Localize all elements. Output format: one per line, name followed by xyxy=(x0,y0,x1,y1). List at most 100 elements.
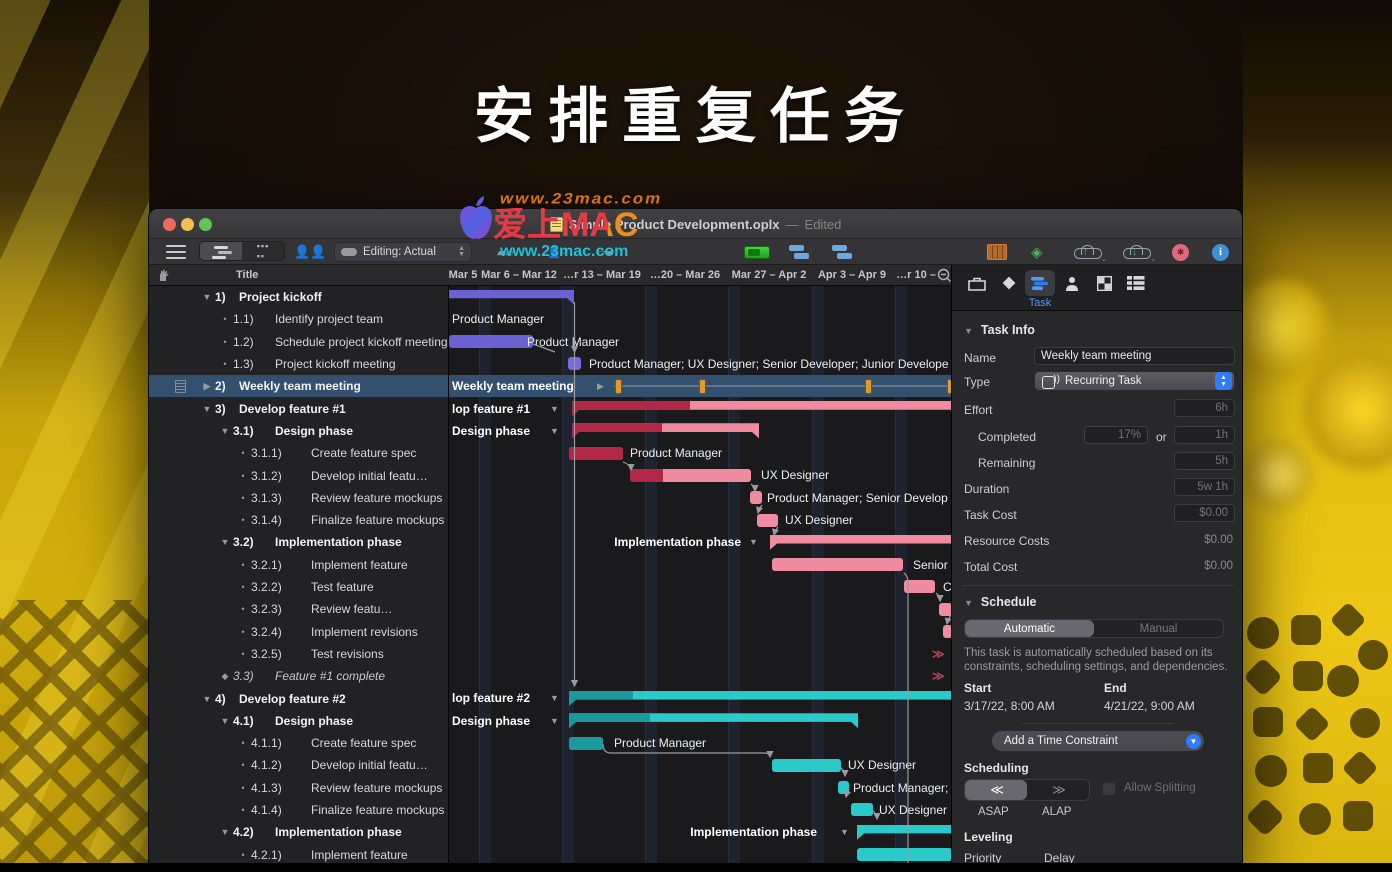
gantt-date-header[interactable]: …20 – Mar 26 xyxy=(650,269,720,281)
outline-row-3.1.1[interactable]: •3.1.1)Create feature spec xyxy=(149,442,448,464)
disclosure-triangle-icon[interactable]: ▶ xyxy=(201,381,213,392)
gantt-row[interactable]: C xyxy=(449,576,951,598)
effort-field[interactable]: 6h xyxy=(1174,399,1235,417)
gantt-zoom-icon[interactable] xyxy=(937,268,952,283)
gantt-row[interactable]: Senior xyxy=(449,554,951,576)
tab-styles[interactable] xyxy=(1089,270,1119,296)
recurring-occurrence-marker[interactable] xyxy=(699,379,706,394)
update-icon[interactable]: ↓⌄ xyxy=(1123,242,1149,262)
gantt-date-header[interactable]: …r 13 – Mar 19 xyxy=(563,269,641,281)
outline-row-1.3[interactable]: •1.3)Project kickoff meeting xyxy=(149,353,448,375)
recurring-occurrence-marker[interactable] xyxy=(865,379,872,394)
task-cost-field[interactable]: $0.00 xyxy=(1174,504,1235,522)
manual-segment[interactable]: Manual xyxy=(1094,620,1223,637)
gantt-bar[interactable] xyxy=(630,469,751,482)
disclosure-triangle-icon[interactable]: ▼ xyxy=(964,326,973,336)
gantt-row[interactable]: lop feature #1▼ xyxy=(449,398,951,420)
gantt-bar[interactable] xyxy=(770,535,951,550)
gantt-row[interactable]: Implementation phase▼ xyxy=(449,531,951,553)
outline-row-4.1[interactable]: ▼4.1)Design phase xyxy=(149,710,448,732)
gantt-view-button[interactable] xyxy=(200,241,242,261)
gantt-row[interactable]: lop feature #2▼ xyxy=(449,687,951,709)
outline-row-3.2.4[interactable]: •3.2.4)Implement revisions xyxy=(149,621,448,643)
disclosure-triangle-icon[interactable]: ▼ xyxy=(219,426,231,436)
gantt-bar[interactable] xyxy=(939,603,951,616)
gantt-row[interactable]: UX Designer xyxy=(449,509,951,531)
gantt-bar[interactable] xyxy=(943,625,951,638)
gantt-bar[interactable] xyxy=(569,737,603,750)
asap-segment[interactable]: ≪ xyxy=(965,780,1027,800)
completed-percent-field[interactable]: 17% xyxy=(1084,426,1148,444)
publish-icon[interactable]: ↑⌄ xyxy=(1074,242,1100,262)
tab-milestone[interactable] xyxy=(994,270,1024,296)
gantt-row[interactable] xyxy=(449,598,951,620)
duration-field[interactable]: 5w 1h xyxy=(1174,478,1235,496)
outline-row-4.1.4[interactable]: •4.1.4)Finalize feature mockups xyxy=(149,799,448,821)
gantt-bar[interactable] xyxy=(569,691,951,706)
outline-row-1.2[interactable]: •1.2)Schedule project kickoff meeting xyxy=(149,331,448,353)
outline-row-1.1[interactable]: •1.1)Identify project team xyxy=(149,308,448,330)
gantt-bar[interactable] xyxy=(857,825,951,840)
outline-row-2[interactable]: ▶2)Weekly team meeting xyxy=(149,375,448,397)
gantt-disclosure-triangle-icon[interactable]: ▼ xyxy=(840,827,849,837)
outline-row-3.2.3[interactable]: •3.2.3)Review featu… xyxy=(149,598,448,620)
gantt-disclosure-triangle-icon[interactable]: ▼ xyxy=(550,404,559,414)
stop-hand-icon[interactable]: ✱ xyxy=(1172,242,1189,262)
gantt-date-header[interactable]: …r 10 – xyxy=(896,269,936,281)
name-field[interactable]: Weekly team meeting xyxy=(1034,347,1235,365)
outline-row-4.1.2[interactable]: •4.1.2)Develop initial featu… xyxy=(149,754,448,776)
gantt-bar[interactable] xyxy=(449,335,533,348)
outline-row-3.1.2[interactable]: •3.1.2)Develop initial featu… xyxy=(149,464,448,486)
gantt-row[interactable] xyxy=(449,286,951,308)
info-inspector-icon[interactable]: i xyxy=(1212,242,1229,262)
disclosure-triangle-icon[interactable]: ▼ xyxy=(219,827,231,837)
outline-row-3.1[interactable]: ▼3.1)Design phase xyxy=(149,420,448,442)
gantt-row[interactable] xyxy=(449,621,951,643)
gantt-disclosure-triangle-icon[interactable]: ▼ xyxy=(550,716,559,726)
gantt-row[interactable]: ≫ xyxy=(449,643,951,665)
disclosure-triangle-icon[interactable]: ▼ xyxy=(219,537,231,547)
disclosure-triangle-icon[interactable]: ▼ xyxy=(201,694,213,704)
tab-resource[interactable] xyxy=(1057,270,1087,296)
gantt-bar[interactable] xyxy=(851,803,873,816)
gantt-bar[interactable] xyxy=(449,290,574,305)
outline-row-4.1.3[interactable]: •4.1.3)Review feature mockups xyxy=(149,777,448,799)
editing-mode-dropdown[interactable]: Editing: Actual ▲▼ xyxy=(334,242,472,262)
gantt-row[interactable]: Product Manager; xyxy=(449,777,951,799)
show-table-icon[interactable] xyxy=(987,242,1007,262)
gantt-bar[interactable] xyxy=(757,514,778,527)
tab-task[interactable] xyxy=(1025,270,1055,296)
gantt-bar[interactable] xyxy=(772,759,841,772)
outline-row-3.1.4[interactable]: •3.1.4)Finalize feature mockups xyxy=(149,509,448,531)
gantt-disclosure-triangle-icon[interactable]: ▶ xyxy=(597,381,604,392)
outline-row-4[interactable]: ▼4)Develop feature #2 xyxy=(149,687,448,709)
gantt-row[interactable]: Product Manager; UX Designer; Senior Dev… xyxy=(449,353,951,375)
outline-row-3[interactable]: ▼3)Develop feature #1 xyxy=(149,398,448,420)
outline-row-3.2[interactable]: ▼3.2)Implementation phase xyxy=(149,531,448,553)
gantt-row[interactable]: Design phase▼ xyxy=(449,710,951,732)
disclosure-triangle-icon[interactable]: ▼ xyxy=(964,598,973,608)
outline-row-3.2.5[interactable]: •3.2.5)Test revisions xyxy=(149,643,448,665)
allow-splitting-checkbox[interactable] xyxy=(1102,782,1116,796)
reschedule-icon[interactable] xyxy=(832,242,847,262)
outline-row-3.2.2[interactable]: •3.2.2)Test feature xyxy=(149,576,448,598)
gantt-bar[interactable] xyxy=(572,401,951,416)
gantt-bar[interactable] xyxy=(838,781,849,794)
gantt-bar[interactable] xyxy=(750,491,762,504)
schedule-header[interactable]: ▼Schedule xyxy=(964,595,1037,609)
hand-column-icon[interactable] xyxy=(157,269,170,282)
outline-row-4.2[interactable]: ▼4.2)Implementation phase xyxy=(149,821,448,843)
gantt-bar[interactable] xyxy=(569,447,623,460)
gantt-date-header[interactable]: Mar 6 – Mar 12 xyxy=(481,269,557,281)
outline-row-3.2.1[interactable]: •3.2.1)Implement feature xyxy=(149,554,448,576)
task-info-header[interactable]: ▼Task Info xyxy=(964,323,1035,337)
outline-row-3.3[interactable]: ◆3.3)Feature #1 complete xyxy=(149,665,448,687)
note-icon[interactable] xyxy=(175,380,186,393)
view-filter-icon[interactable]: ◈ xyxy=(1031,242,1043,262)
gantt-row[interactable]: Implementation phase▼ xyxy=(449,821,951,843)
gantt-row[interactable]: Weekly team meeting▶ xyxy=(449,375,951,397)
remaining-field[interactable]: 5h xyxy=(1174,452,1235,470)
gantt-row[interactable]: Product Manager xyxy=(449,331,951,353)
alap-segment[interactable]: ≫ xyxy=(1027,780,1089,800)
recurring-occurrence-marker[interactable] xyxy=(615,379,622,394)
